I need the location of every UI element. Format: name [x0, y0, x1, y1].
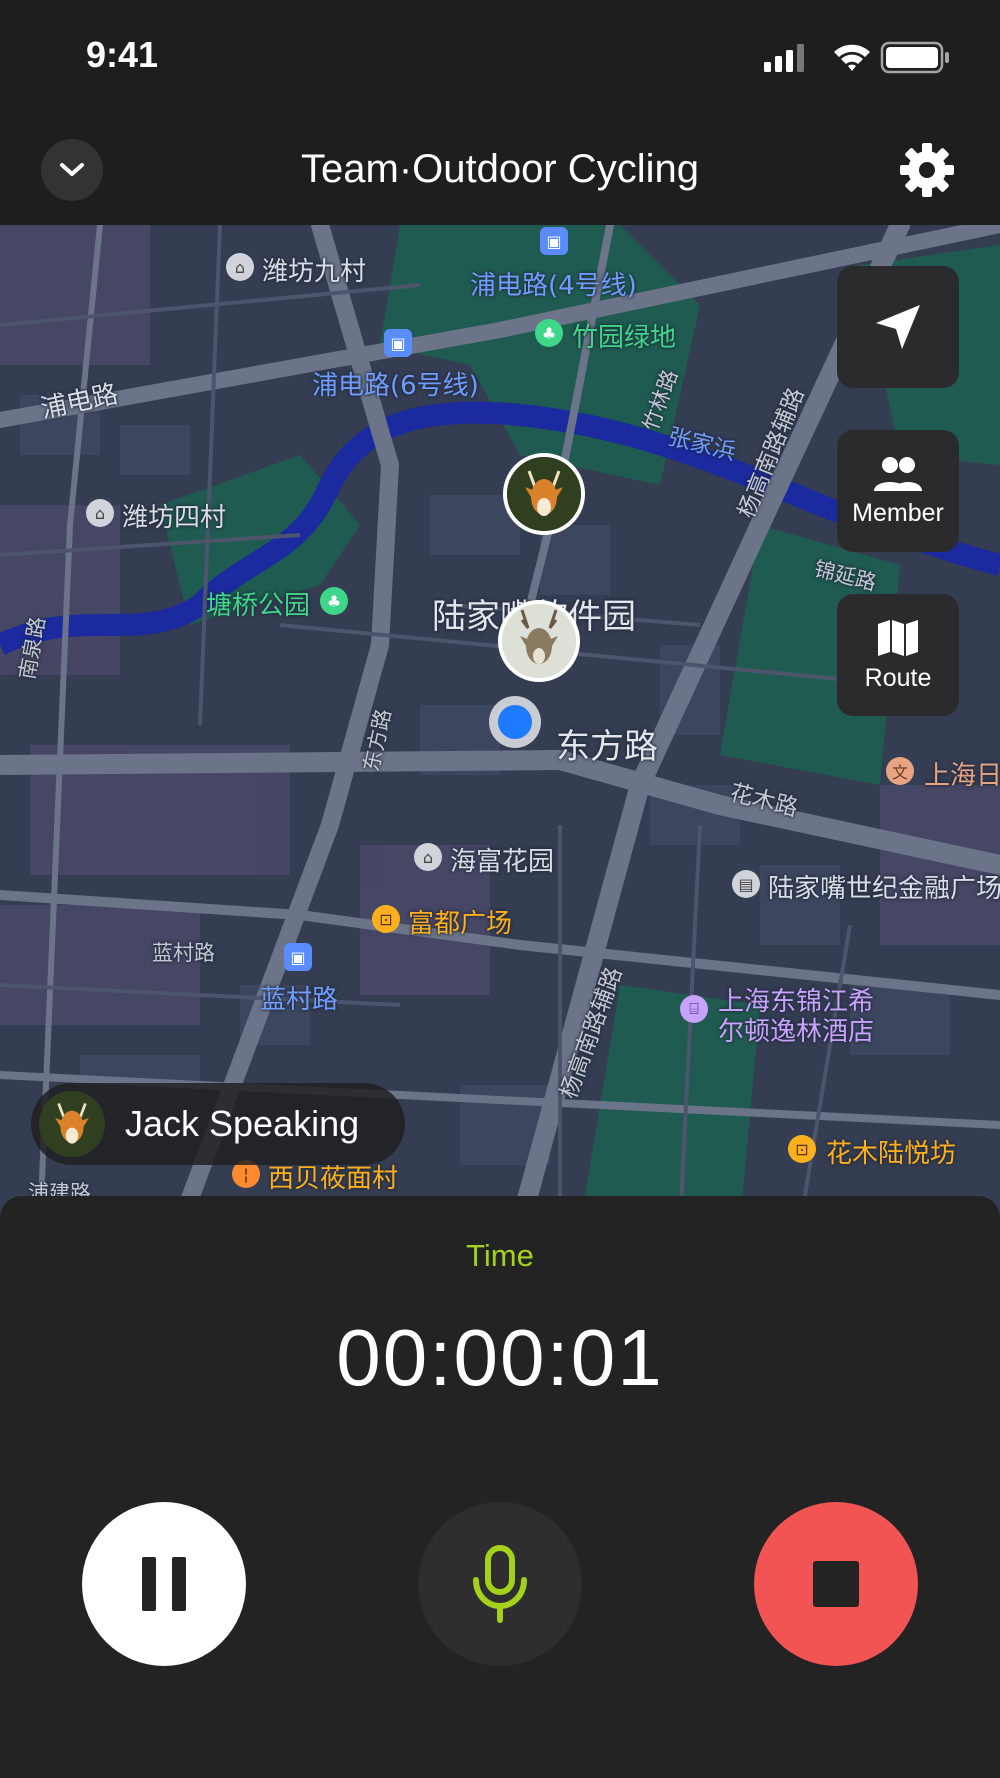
metro-station-icon: ▣ [540, 227, 568, 255]
hotel-poi-icon: ⌸ [680, 995, 708, 1023]
wifi-icon [834, 44, 870, 71]
status-icons [764, 41, 949, 74]
current-location-marker [489, 696, 541, 748]
map-label: 富都广场 [408, 909, 513, 939]
shopping-poi-icon: ⊡ [372, 905, 400, 933]
speaking-text: Jack Speaking [125, 1103, 360, 1144]
ride-control-panel: Time 00:00:01 [0, 1196, 1000, 1778]
status-bar: 9:41 [0, 0, 1000, 115]
member-button-label: Member [852, 498, 944, 527]
deer-avatar-icon [507, 457, 581, 531]
map-icon [878, 619, 918, 656]
member-button[interactable]: Member [837, 430, 959, 552]
map-label: 蓝村路 [152, 941, 215, 965]
map-label: 陆家嘴世纪金融广场 [768, 874, 1000, 904]
gear-icon [900, 143, 954, 197]
map-label: 潍坊九村 [262, 257, 367, 287]
microphone-icon [473, 1545, 527, 1623]
park-icon: ♣ [320, 587, 348, 615]
metro-station-icon: ▣ [384, 329, 412, 357]
map-label: 竹园绿地 [572, 323, 677, 353]
map-label: 浦电路(6号线) [312, 371, 479, 401]
metro-station-icon: ▣ [284, 943, 312, 971]
deer-avatar-icon [39, 1091, 105, 1157]
map-label: 东方路 [556, 727, 658, 767]
page-title: Team·Outdoor Cycling [301, 147, 699, 191]
people-icon [874, 456, 922, 491]
navigation-arrow-icon [876, 305, 920, 349]
residential-poi-icon: ⌂ [86, 499, 114, 527]
map-label: 浦电路(4号线) [470, 271, 637, 301]
map-label: 尔顿逸林酒店 [718, 1017, 875, 1047]
member-avatar-deer-2[interactable] [498, 600, 580, 682]
residential-poi-icon: ⌂ [226, 253, 254, 281]
speaker-avatar [39, 1091, 105, 1157]
stop-icon [813, 1561, 859, 1607]
microphone-button[interactable] [418, 1502, 582, 1666]
settings-button[interactable] [896, 139, 958, 201]
elapsed-time: 00:00:01 [336, 1313, 664, 1402]
building-poi-icon: ▤ [732, 870, 760, 898]
map-label: 潍坊四村 [122, 503, 227, 533]
map-label: 上海日 [924, 761, 1000, 791]
pause-icon [142, 1557, 186, 1611]
residential-poi-icon: ⌂ [414, 843, 442, 871]
screen: 9:41 Team·Outdoor Cycling ⌂ 潍坊九村 ▣ 浦电路(4… [0, 0, 1000, 1778]
stag-avatar-icon [502, 604, 576, 678]
map-label: 花木陆悦坊 [826, 1139, 957, 1169]
map-view[interactable]: ⌂ 潍坊九村 ▣ 浦电路(4号线) ♣ 竹园绿地 ▣ 浦电路(6号线) 浦电路 … [0, 225, 1000, 1225]
route-button[interactable]: Route [837, 594, 959, 716]
header: Team·Outdoor Cycling [0, 115, 1000, 225]
route-button-label: Route [864, 663, 932, 692]
park-icon: ♣ [535, 319, 563, 347]
culture-poi-icon: 文 [886, 757, 914, 785]
status-time: 9:41 [86, 34, 159, 75]
battery-icon [880, 41, 949, 74]
member-avatar-deer-1[interactable] [503, 453, 585, 535]
speaking-indicator: Jack Speaking [31, 1083, 405, 1165]
map-label: 蓝村路 [260, 985, 339, 1015]
shopping-poi-icon: ⊡ [788, 1135, 816, 1163]
time-label: Time [466, 1238, 534, 1273]
stop-button[interactable] [754, 1502, 918, 1666]
map-label: 海富花园 [450, 847, 555, 877]
cellular-signal-icon [764, 44, 804, 72]
locate-button[interactable] [837, 266, 959, 388]
pause-button[interactable] [82, 1502, 246, 1666]
map-label: 塘桥公园 [206, 591, 311, 621]
